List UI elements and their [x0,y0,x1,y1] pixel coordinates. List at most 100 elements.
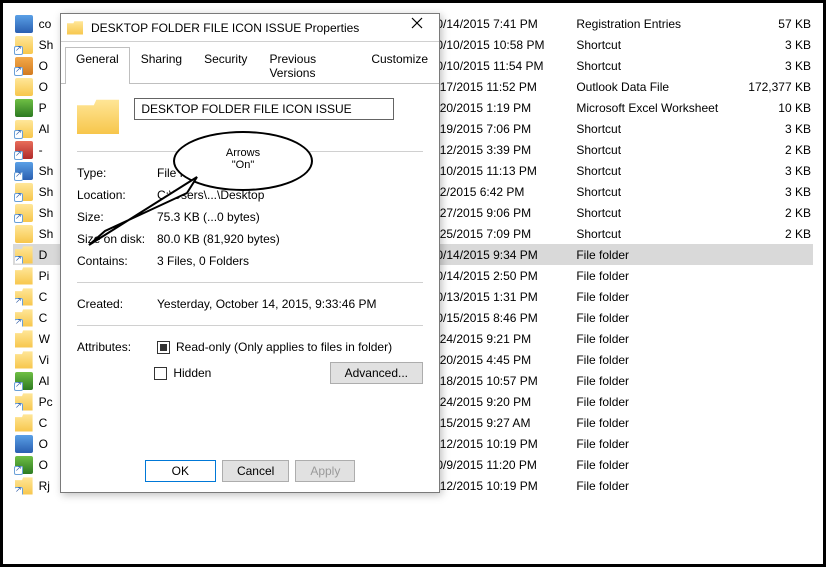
shortcut-arrow-icon [14,214,23,223]
file-date: 10/13/2015 1:31 PM [430,290,577,304]
tab-sharing[interactable]: Sharing [130,47,193,84]
file-type: Shortcut [576,122,732,136]
general-pane: Type:File folder Location:C:\Users\...\D… [61,84,439,398]
apply-button[interactable]: Apply [295,460,355,482]
file-date: 9/18/2015 10:57 PM [430,374,577,388]
tab-security[interactable]: Security [193,47,258,84]
file-icon [15,78,33,96]
file-icon [15,435,33,453]
shortcut-arrow-icon [14,487,23,496]
file-type: File folder [576,395,732,409]
file-icon [15,183,33,201]
folder-name-input[interactable] [134,98,394,120]
shortcut-arrow-icon [14,466,23,475]
file-type: Microsoft Excel Worksheet [576,101,732,115]
hidden-checkbox[interactable] [154,367,167,380]
file-icon [15,141,33,159]
titlebar[interactable]: DESKTOP FOLDER FILE ICON ISSUE Propertie… [61,14,439,42]
file-icon [15,162,33,180]
file-icon [15,99,33,117]
value-size: 75.3 KB (...0 bytes) [157,210,260,224]
label-location: Location: [77,188,157,202]
file-date: 9/15/2015 9:27 AM [430,416,577,430]
file-type: Shortcut [576,38,732,52]
file-date: 10/15/2015 8:46 PM [430,311,577,325]
file-type: Shortcut [576,206,732,220]
value-type: File folder [157,166,210,180]
file-icon [15,36,33,54]
ok-button[interactable]: OK [145,460,216,482]
shortcut-arrow-icon [14,151,23,160]
file-date: 9/10/2015 11:13 PM [430,164,577,178]
file-size: 172,377 KB [733,80,811,94]
file-type: Shortcut [576,59,732,73]
file-type: Shortcut [576,185,732,199]
file-date: 9/2/2015 6:42 PM [430,185,577,199]
file-type: File folder [576,332,732,346]
file-icon [15,15,33,33]
value-contains: 3 Files, 0 Folders [157,254,249,268]
file-size: 3 KB [733,59,811,73]
file-date: 9/17/2015 11:52 PM [430,80,577,94]
file-date: 8/25/2015 7:09 PM [430,227,577,241]
shortcut-arrow-icon [14,319,23,328]
value-location: C:\Users\...\Desktop [157,188,264,202]
file-date: 9/12/2015 3:39 PM [430,143,577,157]
file-icon [15,309,33,327]
dialog-buttons: OK Cancel Apply [61,460,439,482]
close-icon [411,17,423,29]
file-date: 10/14/2015 9:34 PM [430,248,577,262]
file-date: 10/9/2015 11:20 PM [430,458,577,472]
file-icon [15,57,33,75]
shortcut-arrow-icon [14,172,23,181]
file-icon [15,456,33,474]
cancel-button[interactable]: Cancel [222,460,289,482]
tab-general[interactable]: General [65,47,130,84]
file-size: 3 KB [733,164,811,178]
file-icon [15,267,33,285]
shortcut-arrow-icon [14,130,23,139]
file-size: 2 KB [733,227,811,241]
file-date: 10/14/2015 2:50 PM [430,269,577,283]
file-date: 10/14/2015 7:41 PM [430,17,577,31]
file-date: 10/10/2015 11:54 PM [430,59,577,73]
value-created: Yesterday, October 14, 2015, 9:33:46 PM [157,297,376,311]
file-date: 9/20/2015 4:45 PM [430,353,577,367]
file-icon [15,225,33,243]
file-icon [15,372,33,390]
tabs: General Sharing Security Previous Versio… [61,46,439,84]
file-date: 9/12/2015 10:19 PM [430,479,577,493]
file-type: File folder [576,374,732,388]
file-size: 2 KB [733,143,811,157]
file-type: Shortcut [576,164,732,178]
close-button[interactable] [401,17,433,39]
file-date: 10/10/2015 10:58 PM [430,38,577,52]
tab-previous-versions[interactable]: Previous Versions [258,47,360,84]
file-size: 3 KB [733,38,811,52]
file-icon [15,393,33,411]
label-contains: Contains: [77,254,157,268]
file-size: 57 KB [733,17,811,31]
shortcut-arrow-icon [14,298,23,307]
file-size: 2 KB [733,206,811,220]
readonly-label: Read-only (Only applies to files in fold… [176,340,392,354]
advanced-button[interactable]: Advanced... [330,362,423,384]
file-type: File folder [576,479,732,493]
file-type: File folder [576,353,732,367]
file-date: 9/24/2015 9:21 PM [430,332,577,346]
file-size: 3 KB [733,122,811,136]
file-date: 8/27/2015 9:06 PM [430,206,577,220]
file-date: 9/19/2015 7:06 PM [430,122,577,136]
hidden-label: Hidden [173,366,211,380]
file-icon [15,351,33,369]
readonly-checkbox[interactable] [157,341,170,354]
tab-customize[interactable]: Customize [360,47,439,84]
shortcut-arrow-icon [14,67,23,76]
file-date: 9/12/2015 10:19 PM [430,437,577,451]
folder-large-icon [77,98,119,134]
dialog-title: DESKTOP FOLDER FILE ICON ISSUE Propertie… [91,21,401,35]
file-type: File folder [576,437,732,451]
shortcut-arrow-icon [14,256,23,265]
file-type: Outlook Data File [576,80,732,94]
label-attributes: Attributes: [77,340,157,354]
